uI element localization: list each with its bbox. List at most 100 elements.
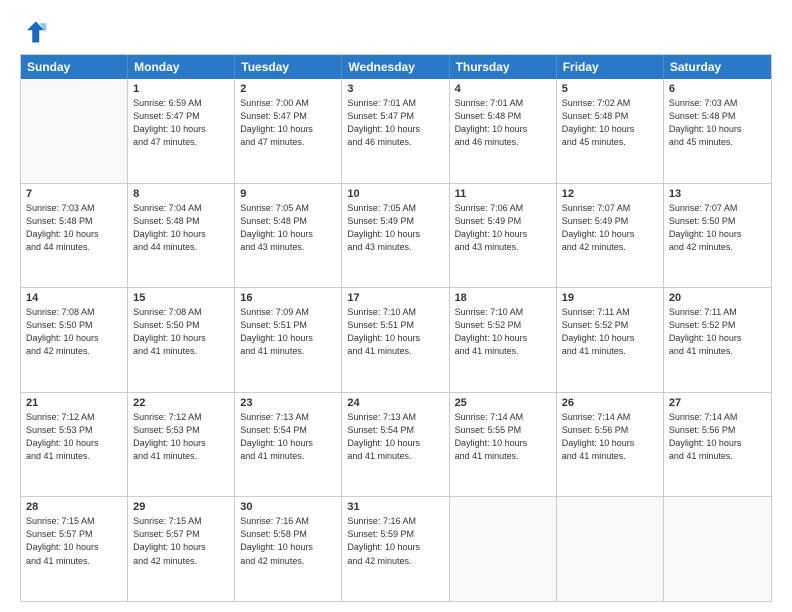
empty-cell (21, 79, 128, 183)
day-number: 12 (562, 188, 658, 200)
day-number: 18 (455, 292, 551, 304)
day-info: Sunrise: 7:16 AM Sunset: 5:59 PM Dayligh… (347, 515, 443, 567)
day-cell-19: 19 Sunrise: 7:11 AM Sunset: 5:52 PM Dayli… (557, 288, 664, 392)
day-info: Sunrise: 7:16 AM Sunset: 5:58 PM Dayligh… (240, 515, 336, 567)
header-day-tuesday: Tuesday (235, 55, 342, 79)
day-info: Sunrise: 7:15 AM Sunset: 5:57 PM Dayligh… (133, 515, 229, 567)
day-number: 21 (26, 397, 122, 409)
day-info: Sunrise: 7:02 AM Sunset: 5:48 PM Dayligh… (562, 97, 658, 149)
day-cell-20: 20 Sunrise: 7:11 AM Sunset: 5:52 PM Dayli… (664, 288, 771, 392)
logo (20, 18, 52, 46)
day-cell-30: 30Sunrise: 7:16 AM Sunset: 5:58 PM Dayli… (235, 497, 342, 601)
empty-cell (664, 497, 771, 601)
day-cell-13: 13Sunrise: 7:07 AM Sunset: 5:50 PM Dayli… (664, 184, 771, 288)
calendar-row-5: 28 Sunrise: 7:15 AM Sunset: 5:57 PM Dayli… (21, 496, 771, 601)
empty-cell (557, 497, 664, 601)
day-info: Sunrise: 7:10 AM Sunset: 5:52 PM Dayligh… (455, 306, 551, 358)
day-info: Sunrise: 7:09 AM Sunset: 5:51 PM Dayligh… (240, 306, 336, 358)
day-info: Sunrise: 7:10 AM Sunset: 5:51 PM Dayligh… (347, 306, 443, 358)
day-cell-14: 14 Sunrise: 7:08 AM Sunset: 5:50 PM Dayli… (21, 288, 128, 392)
day-cell-24: 24 Sunrise: 7:13 AM Sunset: 5:54 PM Dayli… (342, 393, 449, 497)
day-info: Sunrise: 7:01 AM Sunset: 5:48 PM Dayligh… (455, 97, 551, 149)
empty-cell (450, 497, 557, 601)
day-number: 5 (562, 83, 658, 95)
day-info: Sunrise: 7:15 AM Sunset: 5:57 PM Dayligh… (26, 515, 122, 567)
day-number: 14 (26, 292, 122, 304)
day-number: 8 (133, 188, 229, 200)
day-number: 3 (347, 83, 443, 95)
day-number: 13 (669, 188, 766, 200)
calendar-row-3: 14 Sunrise: 7:08 AM Sunset: 5:50 PM Dayli… (21, 287, 771, 392)
day-number: 16 (240, 292, 336, 304)
day-number: 28 (26, 501, 122, 513)
day-cell-9: 9 Sunrise: 7:05 AM Sunset: 5:48 PM Daylig… (235, 184, 342, 288)
day-number: 19 (562, 292, 658, 304)
day-cell-15: 15 Sunrise: 7:08 AM Sunset: 5:50 PM Dayli… (128, 288, 235, 392)
day-info: Sunrise: 7:14 AM Sunset: 5:56 PM Dayligh… (562, 411, 658, 463)
day-cell-7: 7Sunrise: 7:03 AM Sunset: 5:48 PM Daylig… (21, 184, 128, 288)
day-cell-3: 3 Sunrise: 7:01 AM Sunset: 5:47 PM Daylig… (342, 79, 449, 183)
day-info: Sunrise: 7:13 AM Sunset: 5:54 PM Dayligh… (240, 411, 336, 463)
day-info: Sunrise: 7:14 AM Sunset: 5:56 PM Dayligh… (669, 411, 766, 463)
day-info: Sunrise: 7:12 AM Sunset: 5:53 PM Dayligh… (133, 411, 229, 463)
day-info: Sunrise: 7:14 AM Sunset: 5:55 PM Dayligh… (455, 411, 551, 463)
day-cell-11: 11Sunrise: 7:06 AM Sunset: 5:49 PM Dayli… (450, 184, 557, 288)
header-day-sunday: Sunday (21, 55, 128, 79)
day-cell-28: 28 Sunrise: 7:15 AM Sunset: 5:57 PM Dayli… (21, 497, 128, 601)
day-cell-16: 16 Sunrise: 7:09 AM Sunset: 5:51 PM Dayli… (235, 288, 342, 392)
day-number: 29 (133, 501, 229, 513)
day-number: 22 (133, 397, 229, 409)
day-number: 27 (669, 397, 766, 409)
calendar-header: SundayMondayTuesdayWednesdayThursdayFrid… (21, 55, 771, 79)
day-info: Sunrise: 7:03 AM Sunset: 5:48 PM Dayligh… (669, 97, 766, 149)
header-day-saturday: Saturday (664, 55, 771, 79)
day-info: Sunrise: 7:11 AM Sunset: 5:52 PM Dayligh… (562, 306, 658, 358)
day-info: Sunrise: 7:05 AM Sunset: 5:48 PM Dayligh… (240, 202, 336, 254)
day-cell-27: 27 Sunrise: 7:14 AM Sunset: 5:56 PM Dayli… (664, 393, 771, 497)
day-number: 17 (347, 292, 443, 304)
header-day-friday: Friday (557, 55, 664, 79)
day-info: Sunrise: 7:11 AM Sunset: 5:52 PM Dayligh… (669, 306, 766, 358)
day-info: Sunrise: 7:05 AM Sunset: 5:49 PM Dayligh… (347, 202, 443, 254)
day-info: Sunrise: 7:04 AM Sunset: 5:48 PM Dayligh… (133, 202, 229, 254)
day-number: 20 (669, 292, 766, 304)
day-info: Sunrise: 7:01 AM Sunset: 5:47 PM Dayligh… (347, 97, 443, 149)
day-info: Sunrise: 7:08 AM Sunset: 5:50 PM Dayligh… (26, 306, 122, 358)
day-cell-17: 17 Sunrise: 7:10 AM Sunset: 5:51 PM Dayli… (342, 288, 449, 392)
day-cell-5: 5 Sunrise: 7:02 AM Sunset: 5:48 PM Daylig… (557, 79, 664, 183)
day-cell-6: 6 Sunrise: 7:03 AM Sunset: 5:48 PM Daylig… (664, 79, 771, 183)
header-day-monday: Monday (128, 55, 235, 79)
day-cell-23: 23 Sunrise: 7:13 AM Sunset: 5:54 PM Dayli… (235, 393, 342, 497)
day-number: 23 (240, 397, 336, 409)
day-number: 24 (347, 397, 443, 409)
calendar-row-2: 7Sunrise: 7:03 AM Sunset: 5:48 PM Daylig… (21, 183, 771, 288)
day-info: Sunrise: 7:08 AM Sunset: 5:50 PM Dayligh… (133, 306, 229, 358)
day-info: Sunrise: 7:03 AM Sunset: 5:48 PM Dayligh… (26, 202, 122, 254)
day-info: Sunrise: 7:13 AM Sunset: 5:54 PM Dayligh… (347, 411, 443, 463)
header-day-wednesday: Wednesday (342, 55, 449, 79)
day-cell-21: 21 Sunrise: 7:12 AM Sunset: 5:53 PM Dayli… (21, 393, 128, 497)
day-cell-12: 12 Sunrise: 7:07 AM Sunset: 5:49 PM Dayli… (557, 184, 664, 288)
calendar: SundayMondayTuesdayWednesdayThursdayFrid… (20, 54, 772, 602)
day-cell-2: 2Sunrise: 7:00 AM Sunset: 5:47 PM Daylig… (235, 79, 342, 183)
day-number: 6 (669, 83, 766, 95)
day-number: 9 (240, 188, 336, 200)
day-info: Sunrise: 7:07 AM Sunset: 5:49 PM Dayligh… (562, 202, 658, 254)
calendar-row-4: 21 Sunrise: 7:12 AM Sunset: 5:53 PM Dayli… (21, 392, 771, 497)
day-number: 1 (133, 83, 229, 95)
day-cell-22: 22 Sunrise: 7:12 AM Sunset: 5:53 PM Dayli… (128, 393, 235, 497)
calendar-body: 1Sunrise: 6:59 AM Sunset: 5:47 PM Daylig… (21, 79, 771, 601)
day-number: 10 (347, 188, 443, 200)
day-number: 15 (133, 292, 229, 304)
day-number: 26 (562, 397, 658, 409)
day-info: Sunrise: 7:00 AM Sunset: 5:47 PM Dayligh… (240, 97, 336, 149)
day-cell-1: 1Sunrise: 6:59 AM Sunset: 5:47 PM Daylig… (128, 79, 235, 183)
day-cell-29: 29 Sunrise: 7:15 AM Sunset: 5:57 PM Dayli… (128, 497, 235, 601)
header-day-thursday: Thursday (450, 55, 557, 79)
day-info: Sunrise: 7:12 AM Sunset: 5:53 PM Dayligh… (26, 411, 122, 463)
day-number: 25 (455, 397, 551, 409)
day-number: 31 (347, 501, 443, 513)
day-number: 11 (455, 188, 551, 200)
day-cell-4: 4Sunrise: 7:01 AM Sunset: 5:48 PM Daylig… (450, 79, 557, 183)
day-cell-10: 10 Sunrise: 7:05 AM Sunset: 5:49 PM Dayli… (342, 184, 449, 288)
